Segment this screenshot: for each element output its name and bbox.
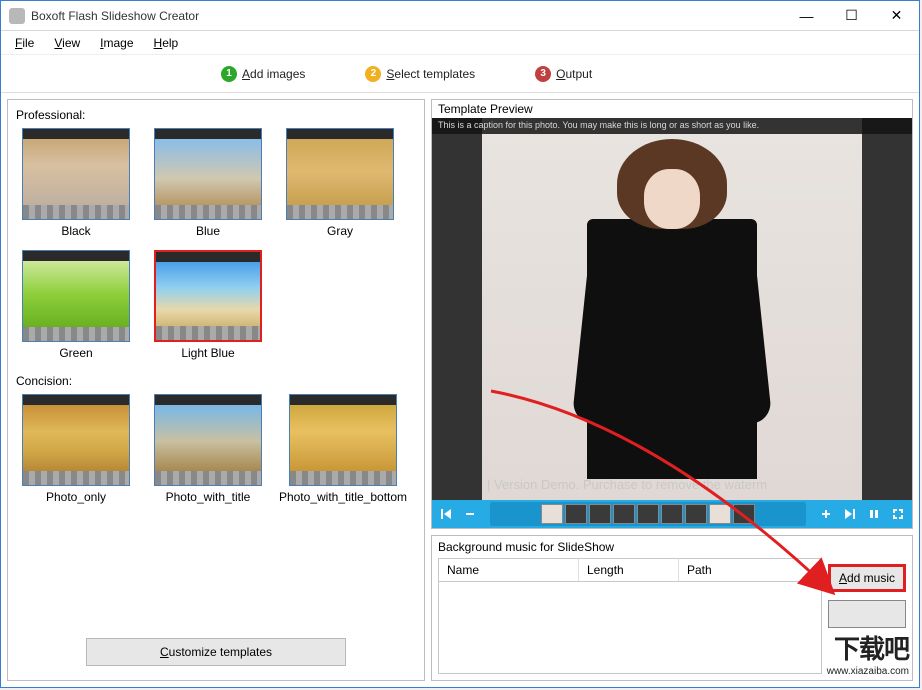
music-header: Name Length Path bbox=[438, 558, 822, 582]
pause-button[interactable] bbox=[864, 504, 884, 524]
step-add-images[interactable]: 1 Add images bbox=[221, 66, 305, 82]
thumbnail-strip[interactable] bbox=[490, 502, 806, 526]
professional-grid: Black Blue Gray Green Light Blue bbox=[8, 126, 424, 366]
thumb-lightblue bbox=[154, 250, 262, 342]
section-concision: Concision: bbox=[8, 366, 424, 392]
template-lightblue[interactable]: Light Blue bbox=[148, 250, 268, 360]
step-1-label: Add images bbox=[242, 67, 305, 81]
app-icon bbox=[9, 8, 25, 24]
title-bar: Boxoft Flash Slideshow Creator — ☐ ✕ bbox=[1, 1, 919, 31]
app-window: Boxoft Flash Slideshow Creator — ☐ ✕ Fil… bbox=[0, 0, 920, 688]
template-photo-with-title-bottom[interactable]: Photo_with_title_bottom bbox=[280, 394, 406, 504]
thumb-gray bbox=[286, 128, 394, 220]
minimize-button[interactable]: — bbox=[784, 1, 829, 30]
fullscreen-button[interactable] bbox=[888, 504, 908, 524]
col-path[interactable]: Path bbox=[679, 559, 821, 581]
player-controls bbox=[432, 500, 912, 528]
music-button-2[interactable] bbox=[828, 600, 906, 628]
menu-file[interactable]: File bbox=[5, 33, 44, 53]
col-length[interactable]: Length bbox=[579, 559, 679, 581]
label-photo-only: Photo_only bbox=[46, 490, 106, 504]
close-button[interactable]: ✕ bbox=[874, 1, 919, 30]
music-box: Background music for SlideShow Name Leng… bbox=[431, 535, 913, 681]
mini-thumb[interactable] bbox=[637, 504, 659, 524]
template-black[interactable]: Black bbox=[16, 128, 136, 238]
thumb-green bbox=[22, 250, 130, 342]
label-blue: Blue bbox=[196, 224, 220, 238]
template-gray[interactable]: Gray bbox=[280, 128, 400, 238]
demo-watermark: | Version Demo. Purchase to remove the w… bbox=[487, 477, 857, 492]
preview-photo bbox=[482, 118, 862, 500]
steps-bar: 1 Add images 2 Select templates 3 Output bbox=[1, 55, 919, 93]
mini-thumb[interactable] bbox=[541, 504, 563, 524]
template-photo-only[interactable]: Photo_only bbox=[16, 394, 136, 504]
customize-templates-button[interactable]: Customize templates bbox=[86, 638, 346, 666]
thumb-photo-only bbox=[22, 394, 130, 486]
template-photo-with-title[interactable]: Photo_with_title bbox=[148, 394, 268, 504]
step-2-badge: 2 bbox=[365, 66, 381, 82]
maximize-button[interactable]: ☐ bbox=[829, 1, 874, 30]
step-3-badge: 3 bbox=[535, 66, 551, 82]
step-1-badge: 1 bbox=[221, 66, 237, 82]
mini-thumb[interactable] bbox=[685, 504, 707, 524]
add-music-button[interactable]: Add music bbox=[828, 564, 906, 592]
label-lightblue: Light Blue bbox=[181, 346, 234, 360]
person-graphic bbox=[582, 129, 762, 489]
first-button[interactable] bbox=[436, 504, 456, 524]
label-green: Green bbox=[59, 346, 92, 360]
templates-panel: Professional: Black Blue Gray Green bbox=[7, 99, 425, 681]
content-area: Professional: Black Blue Gray Green bbox=[1, 93, 919, 687]
template-blue[interactable]: Blue bbox=[148, 128, 268, 238]
window-controls: — ☐ ✕ bbox=[784, 1, 919, 30]
thumb-pwtb bbox=[289, 394, 397, 486]
preview-title: Template Preview bbox=[432, 100, 912, 118]
customize-row: Customize templates bbox=[8, 628, 424, 680]
col-name[interactable]: Name bbox=[439, 559, 579, 581]
plus-button[interactable] bbox=[816, 504, 836, 524]
thumb-blue bbox=[154, 128, 262, 220]
step-output[interactable]: 3 Output bbox=[535, 66, 592, 82]
section-professional: Professional: bbox=[8, 100, 424, 126]
label-pwt: Photo_with_title bbox=[166, 490, 251, 504]
label-gray: Gray bbox=[327, 224, 353, 238]
music-body[interactable] bbox=[438, 582, 822, 674]
mini-thumb[interactable] bbox=[709, 504, 731, 524]
right-panel: Template Preview This is a caption for t… bbox=[431, 99, 913, 681]
template-green[interactable]: Green bbox=[16, 250, 136, 360]
menu-bar: File View Image Help bbox=[1, 31, 919, 55]
last-button[interactable] bbox=[840, 504, 860, 524]
mini-thumb[interactable] bbox=[733, 504, 755, 524]
mini-thumb[interactable] bbox=[565, 504, 587, 524]
label-black: Black bbox=[61, 224, 90, 238]
menu-view[interactable]: View bbox=[44, 33, 90, 53]
menu-help[interactable]: Help bbox=[144, 33, 189, 53]
mini-thumb[interactable] bbox=[661, 504, 683, 524]
label-pwtb: Photo_with_title_bottom bbox=[279, 490, 407, 504]
preview-area: This is a caption for this photo. You ma… bbox=[432, 118, 912, 500]
preview-box: Template Preview This is a caption for t… bbox=[431, 99, 913, 529]
concision-grid: Photo_only Photo_with_title Photo_with_t… bbox=[8, 392, 424, 510]
step-select-templates[interactable]: 2 Select templates bbox=[365, 66, 475, 82]
menu-image[interactable]: Image bbox=[90, 33, 143, 53]
preview-caption: This is a caption for this photo. You ma… bbox=[432, 118, 912, 134]
minus-button[interactable] bbox=[460, 504, 480, 524]
thumb-black bbox=[22, 128, 130, 220]
window-title: Boxoft Flash Slideshow Creator bbox=[31, 9, 784, 23]
step-2-label: Select templates bbox=[386, 67, 475, 81]
step-3-label: Output bbox=[556, 67, 592, 81]
music-title: Background music for SlideShow bbox=[432, 536, 912, 558]
mini-thumb[interactable] bbox=[589, 504, 611, 524]
thumb-pwt bbox=[154, 394, 262, 486]
music-side-buttons: Add music bbox=[828, 564, 906, 628]
mini-thumb[interactable] bbox=[613, 504, 635, 524]
